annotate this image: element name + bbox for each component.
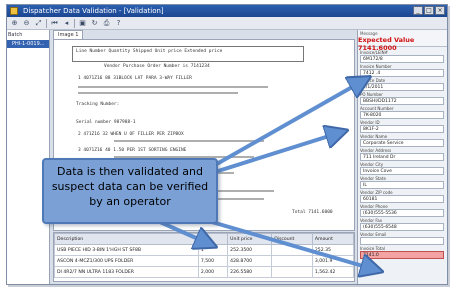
field-input[interactable]: BBSHI/DD1172 bbox=[360, 97, 444, 105]
column-header[interactable]: Amount bbox=[311, 233, 354, 245]
print-icon[interactable]: ⎙ bbox=[102, 19, 111, 28]
message-bar: Message Expected Value 7141.6000 bbox=[358, 30, 447, 52]
doc-line: Vendor Purchase Order Number is 7141234 bbox=[104, 64, 210, 69]
doc-rule bbox=[114, 140, 264, 142]
close-button[interactable]: × bbox=[435, 6, 445, 15]
field-input[interactable]: Invoice Cove bbox=[360, 167, 444, 175]
fit-icon[interactable]: ⤢ bbox=[34, 19, 43, 28]
doc-total: Total 7141.6000 bbox=[292, 210, 333, 215]
toolbar-separator bbox=[74, 18, 75, 28]
table-cell[interactable]: 252.35 bbox=[311, 244, 354, 256]
zoom-in-icon[interactable]: ⊕ bbox=[10, 19, 19, 28]
table-cell[interactable]: 1,562.42 bbox=[311, 266, 354, 278]
field-input[interactable]: 711 Ireland Dr bbox=[360, 153, 444, 161]
column-header[interactable]: Description bbox=[54, 233, 199, 245]
field-input[interactable]: Corporate Service bbox=[360, 139, 444, 147]
validation-panel: Message Expected Value 7141.6000 Invoice… bbox=[357, 30, 447, 284]
invoice-total-input[interactable]: 7141.0 bbox=[360, 251, 444, 259]
field-input[interactable]: 6M172/8 bbox=[360, 55, 444, 63]
toolbar-separator bbox=[46, 18, 47, 28]
doc-line: 3 4071Z16 40 1.50 PER 1ST SORTING ENGINE bbox=[78, 148, 187, 153]
table-cell[interactable] bbox=[271, 255, 313, 267]
table-cell[interactable]: ASCON 4-MCZ1/300 UPS FOLDER bbox=[54, 255, 199, 267]
field-input[interactable]: 2/1/2011 bbox=[360, 83, 444, 91]
doc-line: Line Number Quantity Shipped Unit price … bbox=[76, 49, 223, 54]
tree-item-selected[interactable]: PHI-1-0019... bbox=[7, 40, 49, 48]
title-bar: Dispatcher Data Validation - [Validation… bbox=[7, 5, 447, 17]
app-icon bbox=[10, 7, 18, 15]
table-row[interactable]: DI 4R2/7 NN ULTRA 1183 FOLDER 2,000 226.… bbox=[54, 266, 354, 278]
doc-rule bbox=[78, 92, 238, 94]
table-cell[interactable]: USB PIECE HID 3-BIN 1'HGH ST SF8B bbox=[54, 244, 199, 256]
column-header[interactable]: Unit price bbox=[227, 233, 273, 245]
field-input[interactable]: 7K-8020 bbox=[360, 111, 444, 119]
app-window: Dispatcher Data Validation - [Validation… bbox=[6, 4, 448, 285]
window-title: Dispatcher Data Validation - [Validation… bbox=[23, 7, 164, 15]
table-cell[interactable]: 3,001.9 bbox=[311, 255, 354, 267]
field-list: Invoice/LEIN# 6M172/8 Invoice Number 741… bbox=[360, 49, 444, 259]
field-input[interactable] bbox=[360, 237, 444, 245]
table-cell[interactable] bbox=[271, 266, 313, 278]
minimize-button[interactable]: _ bbox=[413, 6, 423, 15]
maximize-button[interactable]: □ bbox=[424, 6, 434, 15]
field-input[interactable]: 8K1F-2 bbox=[360, 125, 444, 133]
table-row[interactable]: USB PIECE HID 3-BIN 1'HGH ST SF8B 1 252.… bbox=[54, 244, 354, 256]
first-page-icon[interactable]: ⏮ bbox=[50, 19, 59, 28]
screenshot-frame: Dispatcher Data Validation - [Validation… bbox=[0, 0, 452, 287]
help-icon[interactable]: ? bbox=[114, 19, 123, 28]
field-input[interactable]: 60181 bbox=[360, 195, 444, 203]
prev-icon[interactable]: ◂ bbox=[62, 19, 71, 28]
table-cell[interactable]: 1 bbox=[197, 244, 229, 256]
doc-line: Tracking Number: bbox=[76, 102, 120, 107]
line-items-grid: Description Qty Unit price Discount Amou… bbox=[53, 232, 355, 282]
save-icon[interactable]: ▣ bbox=[78, 19, 87, 28]
column-header[interactable]: Qty bbox=[197, 233, 229, 245]
field-input[interactable]: (630)555-6548 bbox=[360, 223, 444, 231]
zoom-out-icon[interactable]: ⊖ bbox=[22, 19, 31, 28]
column-header[interactable]: Discount bbox=[271, 233, 313, 245]
table-cell[interactable]: 428.8700 bbox=[227, 255, 273, 267]
doc-rule bbox=[78, 86, 268, 88]
table-cell[interactable]: DI 4R2/7 NN ULTRA 1183 FOLDER bbox=[54, 266, 199, 278]
doc-line: 2 471Z16 32 WHEN U OF FILLER PER ZIPBOX bbox=[78, 132, 184, 137]
table-cell[interactable] bbox=[271, 244, 313, 256]
field-input[interactable]: IL bbox=[360, 181, 444, 189]
table-cell[interactable]: 252.3500 bbox=[227, 244, 273, 256]
tree-root[interactable]: Batch bbox=[7, 30, 49, 40]
toolbar: ⊕ ⊖ ⤢ ⏮ ◂ ▣ ↻ ⎙ ? bbox=[7, 17, 447, 30]
field-input[interactable]: 7412 .4 bbox=[360, 69, 444, 77]
callout-box: Data is then validated and suspect data … bbox=[42, 158, 218, 224]
rotate-icon[interactable]: ↻ bbox=[90, 19, 99, 28]
document-pane: Image 1 Line Number Quantity Shipped Uni… bbox=[51, 30, 355, 284]
table-row[interactable]: ASCON 4-MCZ1/300 UPS FOLDER 7,500 428.87… bbox=[54, 255, 354, 267]
table-cell[interactable]: 7,500 bbox=[197, 255, 229, 267]
table-cell[interactable]: 226.5580 bbox=[227, 266, 273, 278]
table-cell[interactable]: 2,000 bbox=[197, 266, 229, 278]
doc-line: 1 4071Z16 88 31BLOCK LAT PARA 3-WAY FILL… bbox=[78, 76, 192, 81]
window-controls: _ □ × bbox=[413, 6, 445, 15]
field-input[interactable]: (630)555-5536 bbox=[360, 209, 444, 217]
batch-tree: Batch PHI-1-0019... bbox=[7, 30, 50, 284]
doc-line: Serial number 987988-1 bbox=[76, 120, 136, 125]
